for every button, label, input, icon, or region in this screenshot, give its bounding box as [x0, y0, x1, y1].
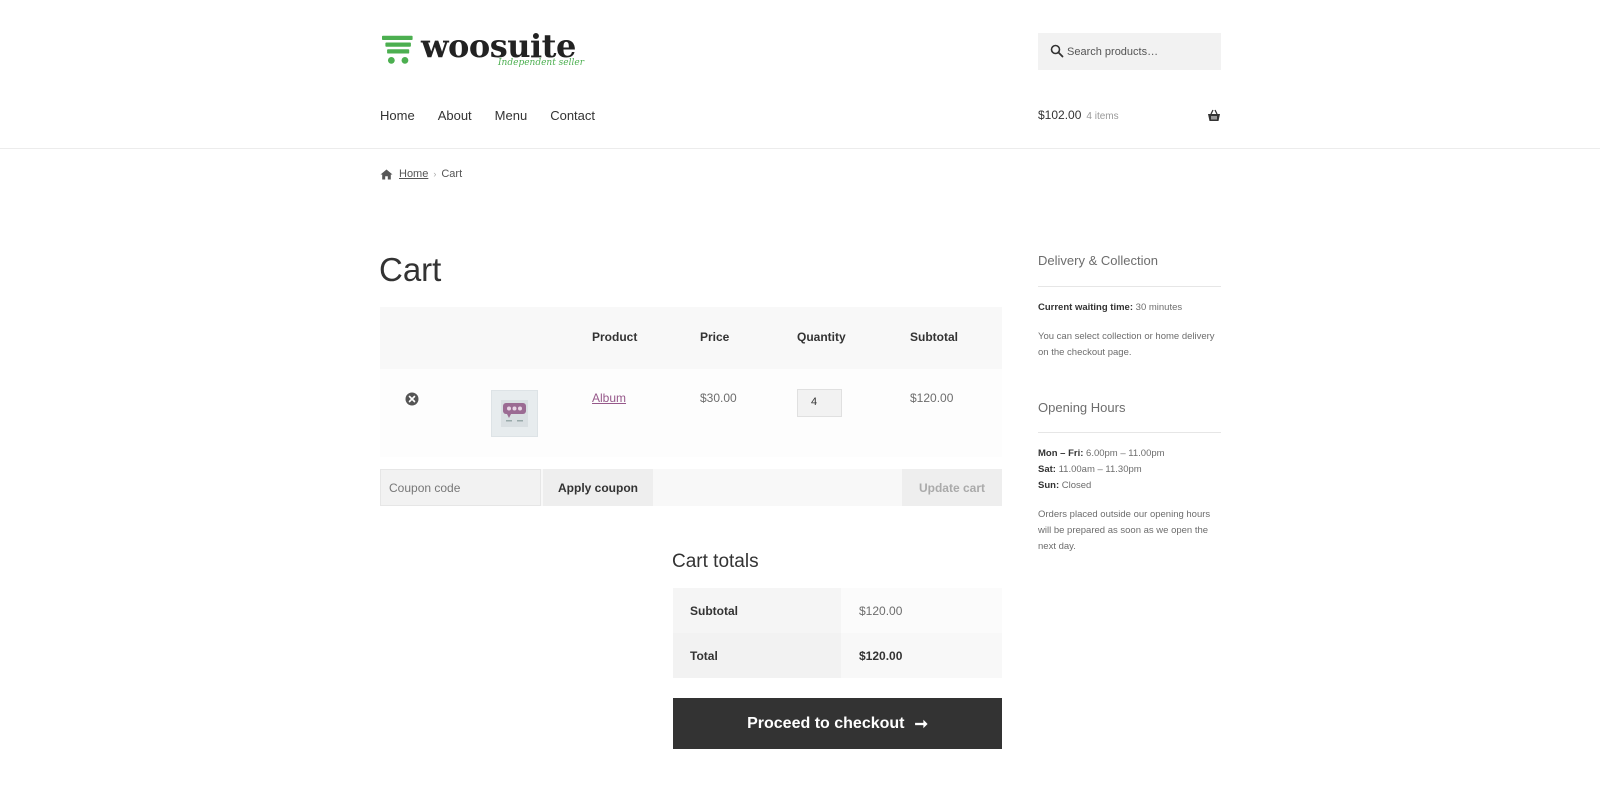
- hours-row: Sat: 11.00am – 11.30pm: [1038, 462, 1223, 478]
- cart-actions: Apply coupon Update cart: [380, 469, 1002, 506]
- cart-totals-title: Cart totals: [672, 551, 759, 572]
- product-subtotal: $120.00: [910, 391, 954, 405]
- nav-contact[interactable]: Contact: [550, 108, 595, 123]
- product-price: $30.00: [700, 391, 737, 405]
- cart-logo-icon: [382, 35, 413, 64]
- hours-day: Sat:: [1038, 464, 1056, 475]
- subtotal-value: $120.00: [859, 604, 903, 618]
- apply-coupon-button[interactable]: Apply coupon: [543, 469, 653, 506]
- proceed-to-checkout-button[interactable]: Proceed to checkout ➞: [673, 698, 1002, 749]
- waiting-value: 30 minutes: [1135, 302, 1183, 313]
- product-name-link[interactable]: Album: [592, 391, 626, 405]
- nav-home[interactable]: Home: [380, 108, 415, 123]
- hours-row: Sun: Closed: [1038, 478, 1223, 494]
- subtotal-row: Subtotal $120.00: [673, 588, 1002, 633]
- quantity-input[interactable]: 4: [797, 389, 842, 417]
- hours-time: Closed: [1061, 480, 1092, 491]
- total-row: Total $120.00: [673, 633, 1002, 678]
- primary-nav: Home About Menu Contact: [380, 108, 618, 123]
- hours-day: Mon – Fri:: [1038, 448, 1084, 459]
- product-thumbnail[interactable]: [491, 390, 538, 437]
- total-value: $120.00: [859, 649, 903, 663]
- checkout-label: Proceed to checkout: [747, 714, 905, 732]
- opening-hours-list: Mon – Fri: 6.00pm – 11.00pm Sat: 11.00am…: [1038, 446, 1223, 494]
- breadcrumb-home[interactable]: Home: [399, 168, 428, 180]
- hours-time: 11.00am – 11.30pm: [1058, 464, 1142, 475]
- search-box[interactable]: [1038, 33, 1221, 70]
- cart-totals-table: Subtotal $120.00 Total $120.00: [673, 588, 1002, 678]
- search-input[interactable]: [1067, 33, 1217, 70]
- home-icon: [380, 169, 393, 179]
- cart-table: Product Price Quantity Subtotal Album $3…: [380, 307, 1002, 457]
- breadcrumb-separator: ›: [433, 169, 437, 179]
- arrow-right-icon: ➞: [914, 715, 928, 733]
- hours-row: Mon – Fri: 6.00pm – 11.00pm: [1038, 446, 1223, 462]
- delivery-note: You can select collection or home delive…: [1038, 331, 1215, 358]
- page-title: Cart: [379, 251, 442, 288]
- sidebar-divider: [1038, 286, 1221, 287]
- sidebar-divider: [1038, 432, 1221, 433]
- brand-tagline: Independent seller: [498, 58, 585, 68]
- subtotal-label: Subtotal: [690, 604, 738, 618]
- hours-day: Sun:: [1038, 480, 1060, 491]
- breadcrumb-current: Cart: [441, 168, 463, 180]
- total-label: Total: [690, 649, 718, 663]
- delivery-title: Delivery & Collection: [1038, 253, 1158, 268]
- opening-hours-title: Opening Hours: [1038, 400, 1126, 415]
- header-divider: [0, 148, 1600, 149]
- coupon-code-input[interactable]: [380, 469, 541, 506]
- breadcrumb: Home › Cart: [380, 168, 462, 180]
- hours-time: 6.00pm – 11.00pm: [1086, 448, 1165, 459]
- mini-cart[interactable]: $102.00 4 items: [1038, 108, 1221, 126]
- remove-item-icon[interactable]: [405, 392, 419, 406]
- mini-cart-count: 4 items: [1086, 111, 1119, 122]
- mini-cart-total: $102.00: [1038, 108, 1082, 122]
- basket-icon: [1208, 109, 1220, 121]
- waiting-time: Current waiting time: 30 minutes: [1038, 300, 1223, 316]
- update-cart-button[interactable]: Update cart: [902, 469, 1002, 506]
- nav-menu[interactable]: Menu: [495, 108, 528, 123]
- table-row: Album $30.00 4 $120.00: [380, 307, 1002, 457]
- nav-about[interactable]: About: [438, 108, 472, 123]
- product-image: [501, 400, 528, 427]
- waiting-label: Current waiting time:: [1038, 302, 1134, 313]
- hours-note: Orders placed outside our opening hours …: [1038, 509, 1211, 552]
- search-icon: [1050, 44, 1064, 58]
